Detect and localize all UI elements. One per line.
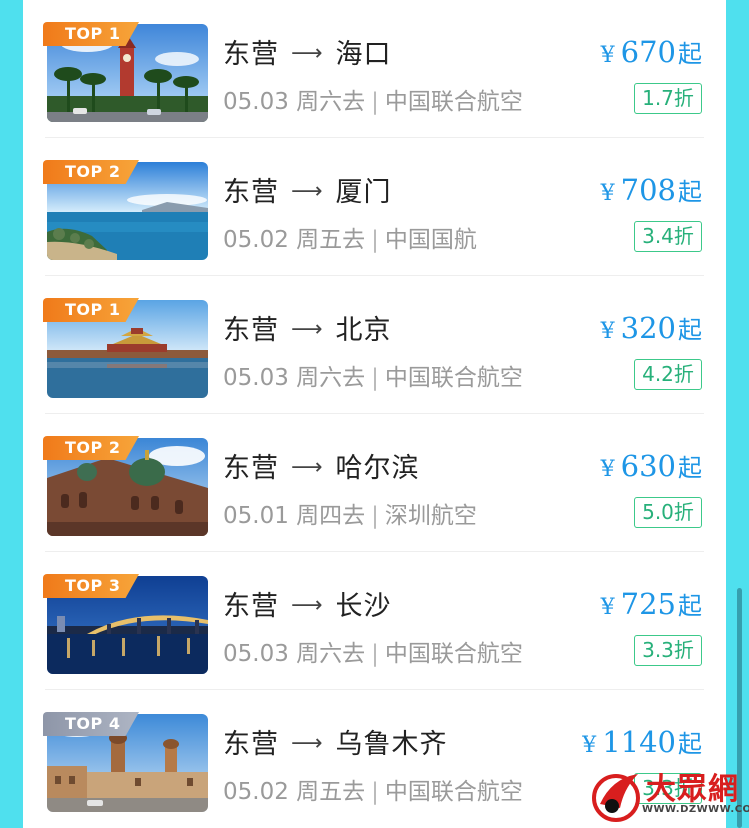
route: 东营 ⟶ 哈尔滨 <box>223 446 420 485</box>
price: ¥320起 <box>601 310 702 345</box>
discount-tag: 1.7折 <box>634 83 702 114</box>
flight-info: 05.02 周五去 | 中国国航 <box>223 220 477 254</box>
price-amount: 725 <box>620 587 676 621</box>
airline-name: 中国联合航空 <box>384 365 523 391</box>
origin-city: 东营 <box>223 453 279 484</box>
currency-symbol: ¥ <box>600 181 615 206</box>
origin-city: 东营 <box>223 315 279 346</box>
top-rank-badge: TOP 2 <box>43 160 139 184</box>
flight-deal-row[interactable]: TOP 1 东营 ⟶ 北京 05.03 周六去 | 中国联合航空 ¥320起 4.2折 <box>23 276 726 414</box>
top-rank-badge: TOP 2 <box>43 436 139 460</box>
watermark-url: WWW.DZWWW.COM <box>642 804 749 815</box>
separator: | <box>371 365 379 391</box>
airline-name: 中国联合航空 <box>384 641 523 667</box>
top-rank-badge: TOP 3 <box>43 574 139 598</box>
flight-info: 05.02 周五去 | 中国联合航空 <box>223 772 523 806</box>
flight-info: 05.03 周六去 | 中国联合航空 <box>223 82 523 116</box>
discount-tag: 3.4折 <box>634 221 702 252</box>
flight-info: 05.01 周四去 | 深圳航空 <box>223 496 477 530</box>
price: ¥725起 <box>601 586 702 621</box>
separator: | <box>371 503 379 529</box>
departure-weekday: 周六去 <box>296 365 366 391</box>
price-amount: 670 <box>620 35 676 69</box>
route: 东营 ⟶ 北京 <box>223 308 392 347</box>
route: 东营 ⟶ 长沙 <box>223 584 392 623</box>
flight-deal-row[interactable]: TOP 2 东营 ⟶ 哈尔滨 05.01 周四去 | 深圳航空 ¥630起 5.0折 <box>23 414 726 552</box>
route-arrow-icon: ⟶ <box>291 593 324 618</box>
route-arrow-icon: ⟶ <box>291 731 324 756</box>
top-rank-badge: TOP 4 <box>43 712 139 736</box>
price-suffix: 起 <box>678 40 702 68</box>
price-suffix: 起 <box>678 316 702 344</box>
price-suffix: 起 <box>678 730 702 758</box>
destination-city: 哈尔滨 <box>335 453 420 484</box>
price: ¥708起 <box>601 172 702 207</box>
flight-deal-row[interactable]: TOP 3 东营 ⟶ 长沙 05.03 周六去 | 中国联合航空 ¥725起 3.3折 <box>23 552 726 690</box>
departure-date: 05.03 <box>223 365 289 391</box>
origin-city: 东营 <box>223 177 279 208</box>
route: 东营 ⟶ 乌鲁木齐 <box>223 722 448 761</box>
route-arrow-icon: ⟶ <box>291 317 324 342</box>
currency-symbol: ¥ <box>582 733 597 758</box>
airline-name: 中国国航 <box>384 227 477 253</box>
currency-symbol: ¥ <box>600 319 615 344</box>
route: 东营 ⟶ 厦门 <box>223 170 392 209</box>
price-suffix: 起 <box>678 178 702 206</box>
price-amount: 1140 <box>602 725 676 759</box>
price: ¥630起 <box>601 448 702 483</box>
price-amount: 708 <box>620 173 676 207</box>
route-arrow-icon: ⟶ <box>291 179 324 204</box>
airline-name: 深圳航空 <box>384 503 477 529</box>
departure-weekday: 周四去 <box>296 503 366 529</box>
top-rank-badge: TOP 1 <box>43 22 139 46</box>
price: ¥670起 <box>601 34 702 69</box>
top-rank-badge: TOP 1 <box>43 298 139 322</box>
airline-name: 中国联合航空 <box>384 779 523 805</box>
departure-weekday: 周五去 <box>296 779 366 805</box>
departure-date: 05.02 <box>223 779 289 805</box>
watermark-text: 大眾網 <box>646 772 739 807</box>
route: 东营 ⟶ 海口 <box>223 32 392 71</box>
flight-deals-list: TOP 1 东营 ⟶ 海口 05.03 周六去 | 中国联合航空 ¥670起 1.7折 … <box>23 0 726 828</box>
discount-tag: 3.3折 <box>634 635 702 666</box>
price-amount: 630 <box>620 449 676 483</box>
price-suffix: 起 <box>678 454 702 482</box>
origin-city: 东营 <box>223 39 279 70</box>
watermark-logo-icon <box>592 774 640 822</box>
site-watermark: 大眾網 WWW.DZWWW.COM <box>590 762 749 828</box>
flight-deal-row[interactable]: TOP 1 东营 ⟶ 海口 05.03 周六去 | 中国联合航空 ¥670起 1.7折 <box>23 0 726 138</box>
currency-symbol: ¥ <box>600 43 615 68</box>
departure-weekday: 周六去 <box>296 89 366 115</box>
separator: | <box>371 89 379 115</box>
flight-info: 05.03 周六去 | 中国联合航空 <box>223 358 523 392</box>
flight-info: 05.03 周六去 | 中国联合航空 <box>223 634 523 668</box>
discount-tag: 4.2折 <box>634 359 702 390</box>
discount-tag: 5.0折 <box>634 497 702 528</box>
departure-date: 05.03 <box>223 641 289 667</box>
departure-date: 05.03 <box>223 89 289 115</box>
airline-name: 中国联合航空 <box>384 89 523 115</box>
destination-city: 北京 <box>335 315 392 346</box>
departure-weekday: 周六去 <box>296 641 366 667</box>
flight-deal-row[interactable]: TOP 2 东营 ⟶ 厦门 05.02 周五去 | 中国国航 ¥708起 3.4折 <box>23 138 726 276</box>
origin-city: 东营 <box>223 591 279 622</box>
origin-city: 东营 <box>223 729 279 760</box>
separator: | <box>371 641 379 667</box>
destination-city: 乌鲁木齐 <box>335 729 448 760</box>
destination-city: 厦门 <box>335 177 392 208</box>
route-arrow-icon: ⟶ <box>291 455 324 480</box>
price-amount: 320 <box>620 311 676 345</box>
destination-city: 长沙 <box>335 591 392 622</box>
destination-city: 海口 <box>335 39 392 70</box>
departure-date: 05.01 <box>223 503 289 529</box>
departure-weekday: 周五去 <box>296 227 366 253</box>
currency-symbol: ¥ <box>600 595 615 620</box>
price: ¥1140起 <box>582 724 702 759</box>
route-arrow-icon: ⟶ <box>291 41 324 66</box>
price-suffix: 起 <box>678 592 702 620</box>
separator: | <box>371 227 379 253</box>
separator: | <box>371 779 379 805</box>
currency-symbol: ¥ <box>600 457 615 482</box>
departure-date: 05.02 <box>223 227 289 253</box>
